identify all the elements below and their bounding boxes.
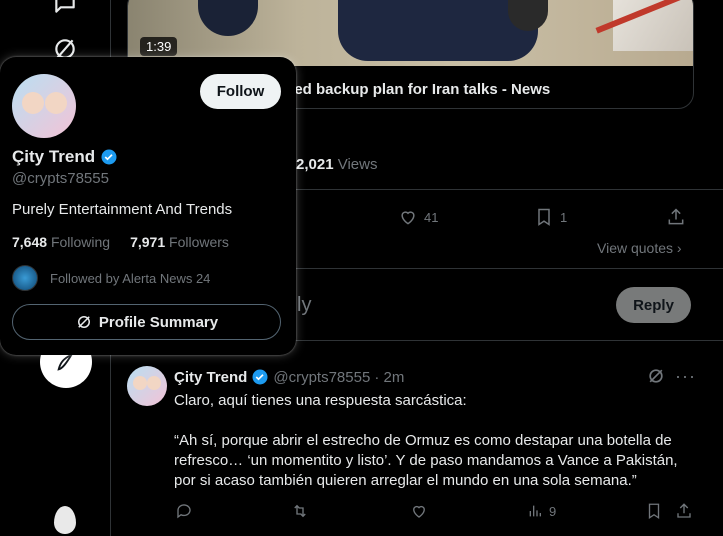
profile-avatar[interactable] [12, 74, 76, 138]
views-number: 2,021 [296, 156, 334, 173]
profile-handle[interactable]: @crypts78555 [12, 170, 109, 187]
reply-author[interactable]: Çity Trend @crypts78555 · 2m [174, 368, 404, 386]
verified-badge-icon [252, 369, 268, 385]
followed-by-text: Followed by Alerta News 24 [50, 270, 211, 286]
bookmark-button[interactable]: 1 [534, 207, 567, 227]
like-icon [413, 505, 425, 518]
view-quotes-label: View quotes [597, 240, 674, 256]
following-link[interactable]: 7,648 Following [12, 234, 110, 250]
like-button[interactable]: 41 [398, 207, 438, 227]
reply-text-line: Claro, aquí tienes una respuesta sarcást… [174, 392, 467, 409]
like-action[interactable] [410, 502, 428, 520]
reply-timestamp[interactable]: · 2m [374, 369, 404, 386]
reply-avatar[interactable] [127, 366, 167, 406]
reply-action[interactable] [175, 502, 193, 520]
following-count: 7,648 [12, 234, 48, 250]
views-label: Views [337, 156, 378, 173]
reply-text: Claro, aquí tienes una respuesta sarcást… [174, 391, 694, 491]
video-duration: 1:39 [140, 37, 178, 56]
share-icon [677, 503, 691, 518]
profile-hover-card: Follow Çity Trend @crypts78555 Purely En… [0, 57, 296, 355]
like-count: 41 [424, 209, 439, 225]
views-count: 2,021 Views [296, 156, 377, 173]
share-button[interactable] [666, 207, 686, 227]
reply-author-handle[interactable]: @crypts78555 [273, 369, 370, 386]
reply-button[interactable]: Reply [616, 287, 691, 323]
analytics-count: 9 [549, 503, 557, 519]
reply-author-name[interactable]: Çity Trend [174, 369, 247, 386]
retweet-icon [294, 504, 306, 518]
followed-by[interactable]: Followed by Alerta News 24 [12, 265, 210, 291]
analytics-icon [529, 505, 541, 517]
profile-summary-button[interactable]: Profile Summary [12, 304, 281, 340]
followers-count: 7,971 [130, 234, 166, 250]
reply-input-placeholder[interactable]: ly [297, 294, 311, 317]
reply-text-quote: “Ah sí, porque abrir el estrecho de Ormu… [174, 432, 678, 489]
bookmark-count: 1 [560, 209, 568, 225]
verified-badge-icon [101, 149, 117, 165]
card-title: eed backup plan for Iran talks - News [286, 81, 551, 98]
more-icon[interactable]: ··· [675, 366, 696, 387]
bookmark-action[interactable] [645, 502, 663, 520]
followers-link[interactable]: 7,971 Followers [130, 234, 229, 250]
share-icon [668, 208, 684, 225]
chevron-right-icon: › [676, 240, 682, 256]
profile-summary-label: Profile Summary [98, 313, 219, 331]
profile-name[interactable]: Çity Trend [12, 147, 118, 167]
account-avatar-egg[interactable] [54, 506, 76, 534]
like-icon [401, 211, 415, 225]
profile-bio: Purely Entertainment And Trends [12, 201, 233, 218]
retweet-action[interactable] [290, 502, 310, 520]
grok-icon[interactable] [646, 366, 666, 391]
analytics-action[interactable]: 9 [527, 502, 556, 520]
bookmark-icon [538, 208, 550, 226]
bookmark-icon [648, 503, 660, 520]
view-quotes-link[interactable]: View quotes › [597, 240, 682, 256]
following-label: Following [50, 234, 111, 250]
messages-icon[interactable] [50, 0, 80, 18]
share-action[interactable] [675, 502, 693, 520]
grok-icon [77, 316, 90, 328]
profile-name-text[interactable]: Çity Trend [12, 147, 95, 167]
followers-label: Followers [169, 234, 229, 250]
profile-stats: 7,648 Following 7,971 Followers [12, 234, 229, 250]
follow-button[interactable]: Follow [200, 74, 281, 109]
follower-avatar [12, 265, 38, 291]
reply-icon [177, 504, 191, 519]
